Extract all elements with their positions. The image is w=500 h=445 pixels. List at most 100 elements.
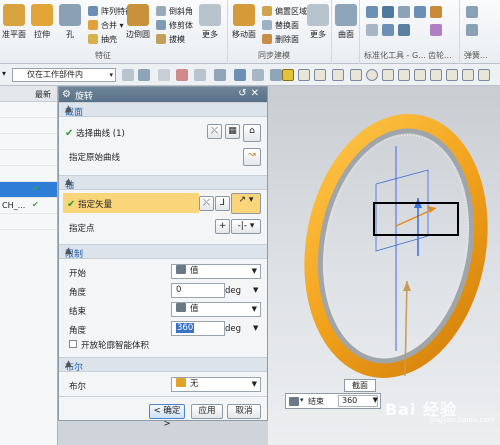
edge-blend-button[interactable]: 边倒圆 [124, 4, 152, 40]
apply-button[interactable]: 应用 [191, 404, 223, 419]
pin-icon[interactable] [382, 24, 394, 36]
nav-row[interactable] [0, 118, 57, 134]
bolt-icon[interactable] [398, 6, 410, 18]
offset-region-label: 偏置区域 [275, 6, 307, 16]
sync-more-button[interactable]: 更多 [304, 4, 332, 40]
end-angle-label: 角度 [69, 326, 87, 336]
limits-header[interactable]: 限制 ▲ [59, 244, 267, 260]
select-curve-button[interactable]: ⌂ [243, 124, 261, 142]
point-snap-icon[interactable] [282, 69, 294, 81]
existing-point-snap-icon[interactable] [478, 69, 490, 81]
start-angle-input[interactable]: 0 [171, 283, 225, 298]
selection-scope-value: 仅在工作部件内 [27, 70, 83, 79]
quadrant-snap-icon[interactable] [382, 69, 394, 81]
nav-row[interactable] [0, 102, 57, 118]
feature-group-label: 特征 [95, 51, 111, 60]
open-profile-checkbox[interactable] [69, 340, 77, 348]
vector-type-dropdown[interactable]: ↗ ▾ [231, 193, 261, 214]
dialog-controls[interactable]: ↺✕ [238, 88, 263, 99]
extrude-button[interactable]: 拉伸 [28, 4, 56, 40]
cancel-button[interactable]: 取消 [227, 404, 261, 419]
selection-scope-dropdown[interactable]: 仅在工作部件内 ▾ [12, 68, 116, 82]
cursor-icon[interactable] [158, 69, 170, 81]
intersection-snap-icon[interactable] [398, 69, 410, 81]
chamfer-button[interactable]: 倒斜角 [156, 5, 193, 17]
nut-icon[interactable] [414, 6, 426, 18]
line-snap-icon[interactable] [298, 69, 310, 81]
shell-button[interactable]: 抽壳 [88, 33, 117, 45]
move-face-button[interactable]: 移动面 [230, 4, 258, 40]
specify-point-label: 指定点 [69, 224, 95, 234]
center-snap-icon[interactable] [366, 69, 378, 81]
nav-row[interactable] [0, 214, 57, 230]
render-style-icon[interactable] [252, 69, 264, 81]
datum-plane-icon [3, 4, 25, 26]
unite-button[interactable]: 合并 ▾ [88, 19, 124, 31]
view-orient-icon[interactable] [234, 69, 246, 81]
midpoint-snap-icon[interactable] [350, 69, 362, 81]
axis-header[interactable]: 轴 ▲ [59, 175, 267, 191]
gear-std-icon[interactable] [430, 6, 442, 18]
gear-std-icon-2[interactable] [430, 24, 442, 36]
select-all-icon[interactable] [138, 69, 150, 81]
datum-plane-button[interactable]: 准平面 [0, 4, 28, 40]
select-curve-row[interactable]: ✔ 选择曲线 (1) [65, 127, 125, 139]
pole-snap-icon[interactable] [446, 69, 458, 81]
origin-curve-button[interactable]: ↝ [243, 148, 261, 166]
spring-icon[interactable] [466, 6, 478, 18]
zoom-icon[interactable] [214, 69, 226, 81]
offset-region-button[interactable]: 偏置区域 [262, 5, 307, 17]
std-tools-group-label: 标准化工具 - G... [364, 51, 426, 60]
tangent-snap-icon[interactable] [414, 69, 426, 81]
boolean-header[interactable]: 布尔 ▲ [59, 357, 267, 373]
section-header[interactable]: 截面 ▲ [59, 102, 267, 118]
graphics-viewport[interactable] [268, 86, 500, 445]
filter-icon[interactable] [122, 69, 134, 81]
nav-row[interactable] [0, 134, 57, 150]
surface-button[interactable]: 曲面 [332, 4, 360, 40]
delete-face-label: 删除面 [275, 34, 299, 44]
feature-more-button[interactable]: 更多 [196, 4, 224, 40]
fastener-icon[interactable] [382, 6, 394, 18]
endpoint-snap-icon[interactable] [332, 69, 344, 81]
spring-std-icon[interactable] [398, 24, 410, 36]
perp-snap-icon[interactable] [430, 69, 442, 81]
reverse-direction-button[interactable]: ⤬ [199, 196, 214, 211]
divider [59, 396, 267, 397]
end-angle-input[interactable]: 360 [171, 321, 225, 336]
snap-icon[interactable] [176, 69, 188, 81]
ok-button[interactable]: < 确定 > [149, 404, 185, 429]
curve-rule-button[interactable]: ⤬ [207, 124, 222, 139]
ribbon: 准平面 拉伸 孔 阵列特征 合并 ▾ 抽壳 边倒圆 倒斜角 修剪体 拔模 更多 … [0, 0, 500, 64]
chevron-down-icon[interactable]: ▼ [253, 324, 258, 332]
vector-dialog-button[interactable]: ⅃ [215, 196, 230, 211]
layer-icon[interactable] [270, 69, 282, 81]
nav-row-selected[interactable]: ✔ [0, 182, 57, 198]
chevron-down-icon[interactable]: ▼ [373, 396, 378, 404]
sketch-section-button[interactable]: ▦ [225, 124, 240, 139]
draft-button[interactable]: 拔模 [156, 33, 185, 45]
curve-snap-icon[interactable] [314, 69, 326, 81]
boolean-select[interactable]: 无 ▼ [171, 377, 261, 392]
chevron-down-icon[interactable]: ▾ [300, 396, 304, 404]
point-dialog-button[interactable]: + [215, 219, 230, 234]
pan-icon[interactable] [194, 69, 206, 81]
point-type-dropdown[interactable]: -|- ▾ [231, 219, 261, 234]
end-type-select[interactable]: 值 ▼ [171, 302, 261, 317]
nav-row[interactable] [0, 166, 57, 182]
trim-body-button[interactable]: 修剪体 [156, 19, 193, 31]
gear-icon[interactable]: ⚙ [62, 89, 71, 100]
hole-button[interactable]: 孔 [56, 4, 84, 40]
dropdown-chevron-icon[interactable]: ▾ [2, 69, 6, 78]
washer-icon[interactable] [366, 24, 378, 36]
nav-row[interactable] [0, 150, 57, 166]
end-dynamic-input[interactable]: ▾ 结束 360 ▼ [285, 393, 381, 409]
start-type-select[interactable]: 值 ▼ [171, 264, 261, 279]
std-part-icon[interactable] [366, 6, 378, 18]
replace-face-button[interactable]: 替换面 [262, 19, 299, 31]
chevron-down-icon[interactable]: ▼ [253, 286, 258, 294]
nav-row[interactable]: CH_... ✔ [0, 198, 57, 214]
delete-face-button[interactable]: 删除面 [262, 33, 299, 45]
grid-snap-icon[interactable] [462, 69, 474, 81]
spring-icon-2[interactable] [466, 24, 478, 36]
